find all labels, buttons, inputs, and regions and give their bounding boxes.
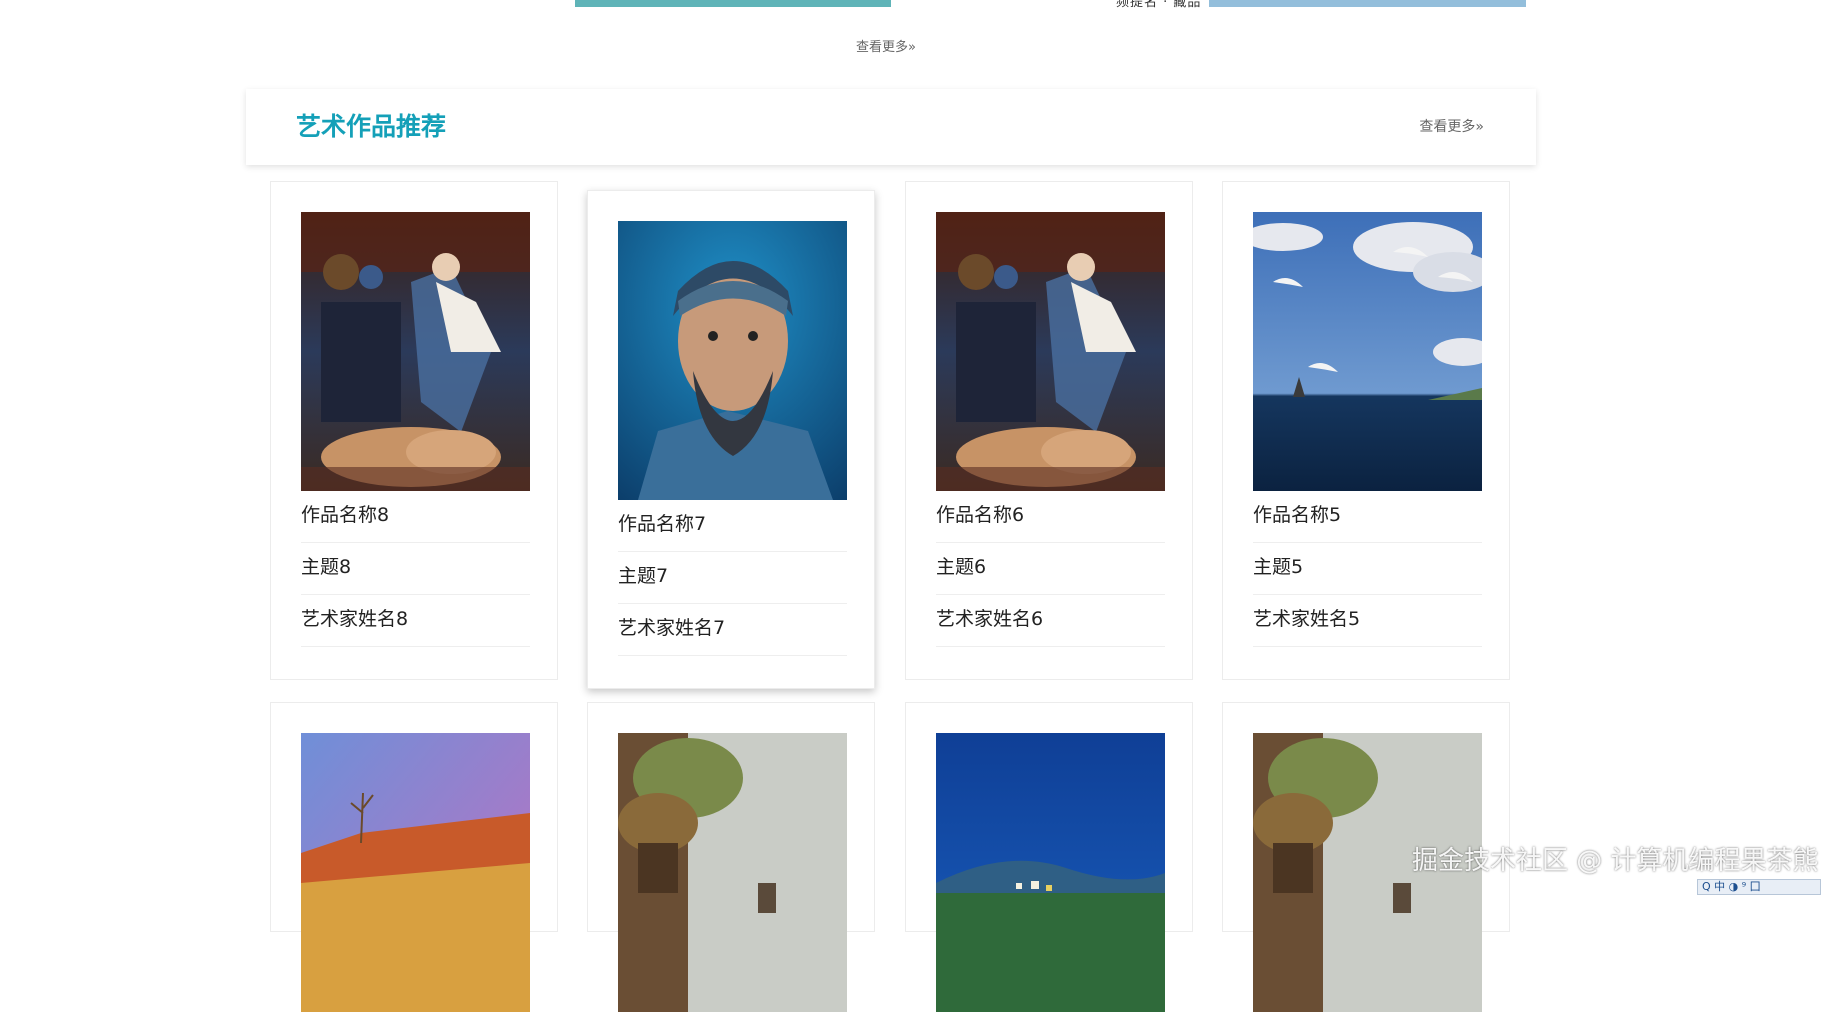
artwork-theme: 主题5 [1253, 543, 1482, 595]
artwork-image[interactable] [301, 212, 530, 491]
artwork-theme: 主题7 [618, 552, 847, 604]
artwork-name: 作品名称6 [936, 491, 1165, 543]
artwork-artist: 艺术家姓名6 [936, 595, 1165, 647]
artwork-image[interactable] [618, 733, 847, 1012]
artwork-recommend-header: 艺术作品推荐 查看更多» [246, 89, 1536, 165]
ime-tray[interactable]: Q 中 ◑ ⁹ 囗 [1697, 879, 1821, 895]
artwork-artist: 艺术家姓名8 [301, 595, 530, 647]
artwork-artist: 艺术家姓名7 [618, 604, 847, 656]
artwork-image[interactable] [618, 221, 847, 500]
artwork-image[interactable] [936, 733, 1165, 1012]
artwork-theme: 主题8 [301, 543, 530, 595]
artwork-card[interactable] [270, 702, 558, 1012]
artwork-image[interactable] [936, 212, 1165, 491]
view-more-link-top[interactable]: 查看更多» [856, 36, 916, 55]
artwork-artist: 艺术家姓名5 [1253, 595, 1482, 647]
previous-section-cut-text: 频提名 · 藏品 [1116, 0, 1202, 10]
artwork-image[interactable] [1253, 212, 1482, 491]
artwork-name: 作品名称8 [301, 491, 530, 543]
artwork-theme: 主题6 [936, 543, 1165, 595]
view-more-link[interactable]: 查看更多» [1419, 116, 1484, 136]
artwork-image[interactable] [301, 733, 530, 1012]
artwork-card[interactable] [905, 702, 1193, 1012]
watermark-text: 掘金技术社区 @ 计算机编程果茶熊 [1412, 846, 1819, 876]
previous-section-image-bottom-2 [1209, 0, 1526, 7]
artwork-name: 作品名称7 [618, 500, 847, 552]
artwork-card[interactable]: 作品名称6 主题6 艺术家姓名6 [905, 181, 1193, 680]
artwork-name: 作品名称5 [1253, 491, 1482, 543]
previous-section-image-bottom [575, 0, 891, 7]
artwork-card[interactable]: 作品名称8 主题8 艺术家姓名8 [270, 181, 558, 680]
section-title: 艺术作品推荐 [296, 112, 447, 141]
artwork-card[interactable] [587, 702, 875, 1012]
artwork-card[interactable]: 作品名称5 主题5 艺术家姓名5 [1222, 181, 1510, 680]
artwork-card[interactable]: 作品名称7 主题7 艺术家姓名7 [587, 190, 875, 689]
artwork-card[interactable] [1222, 702, 1510, 1012]
